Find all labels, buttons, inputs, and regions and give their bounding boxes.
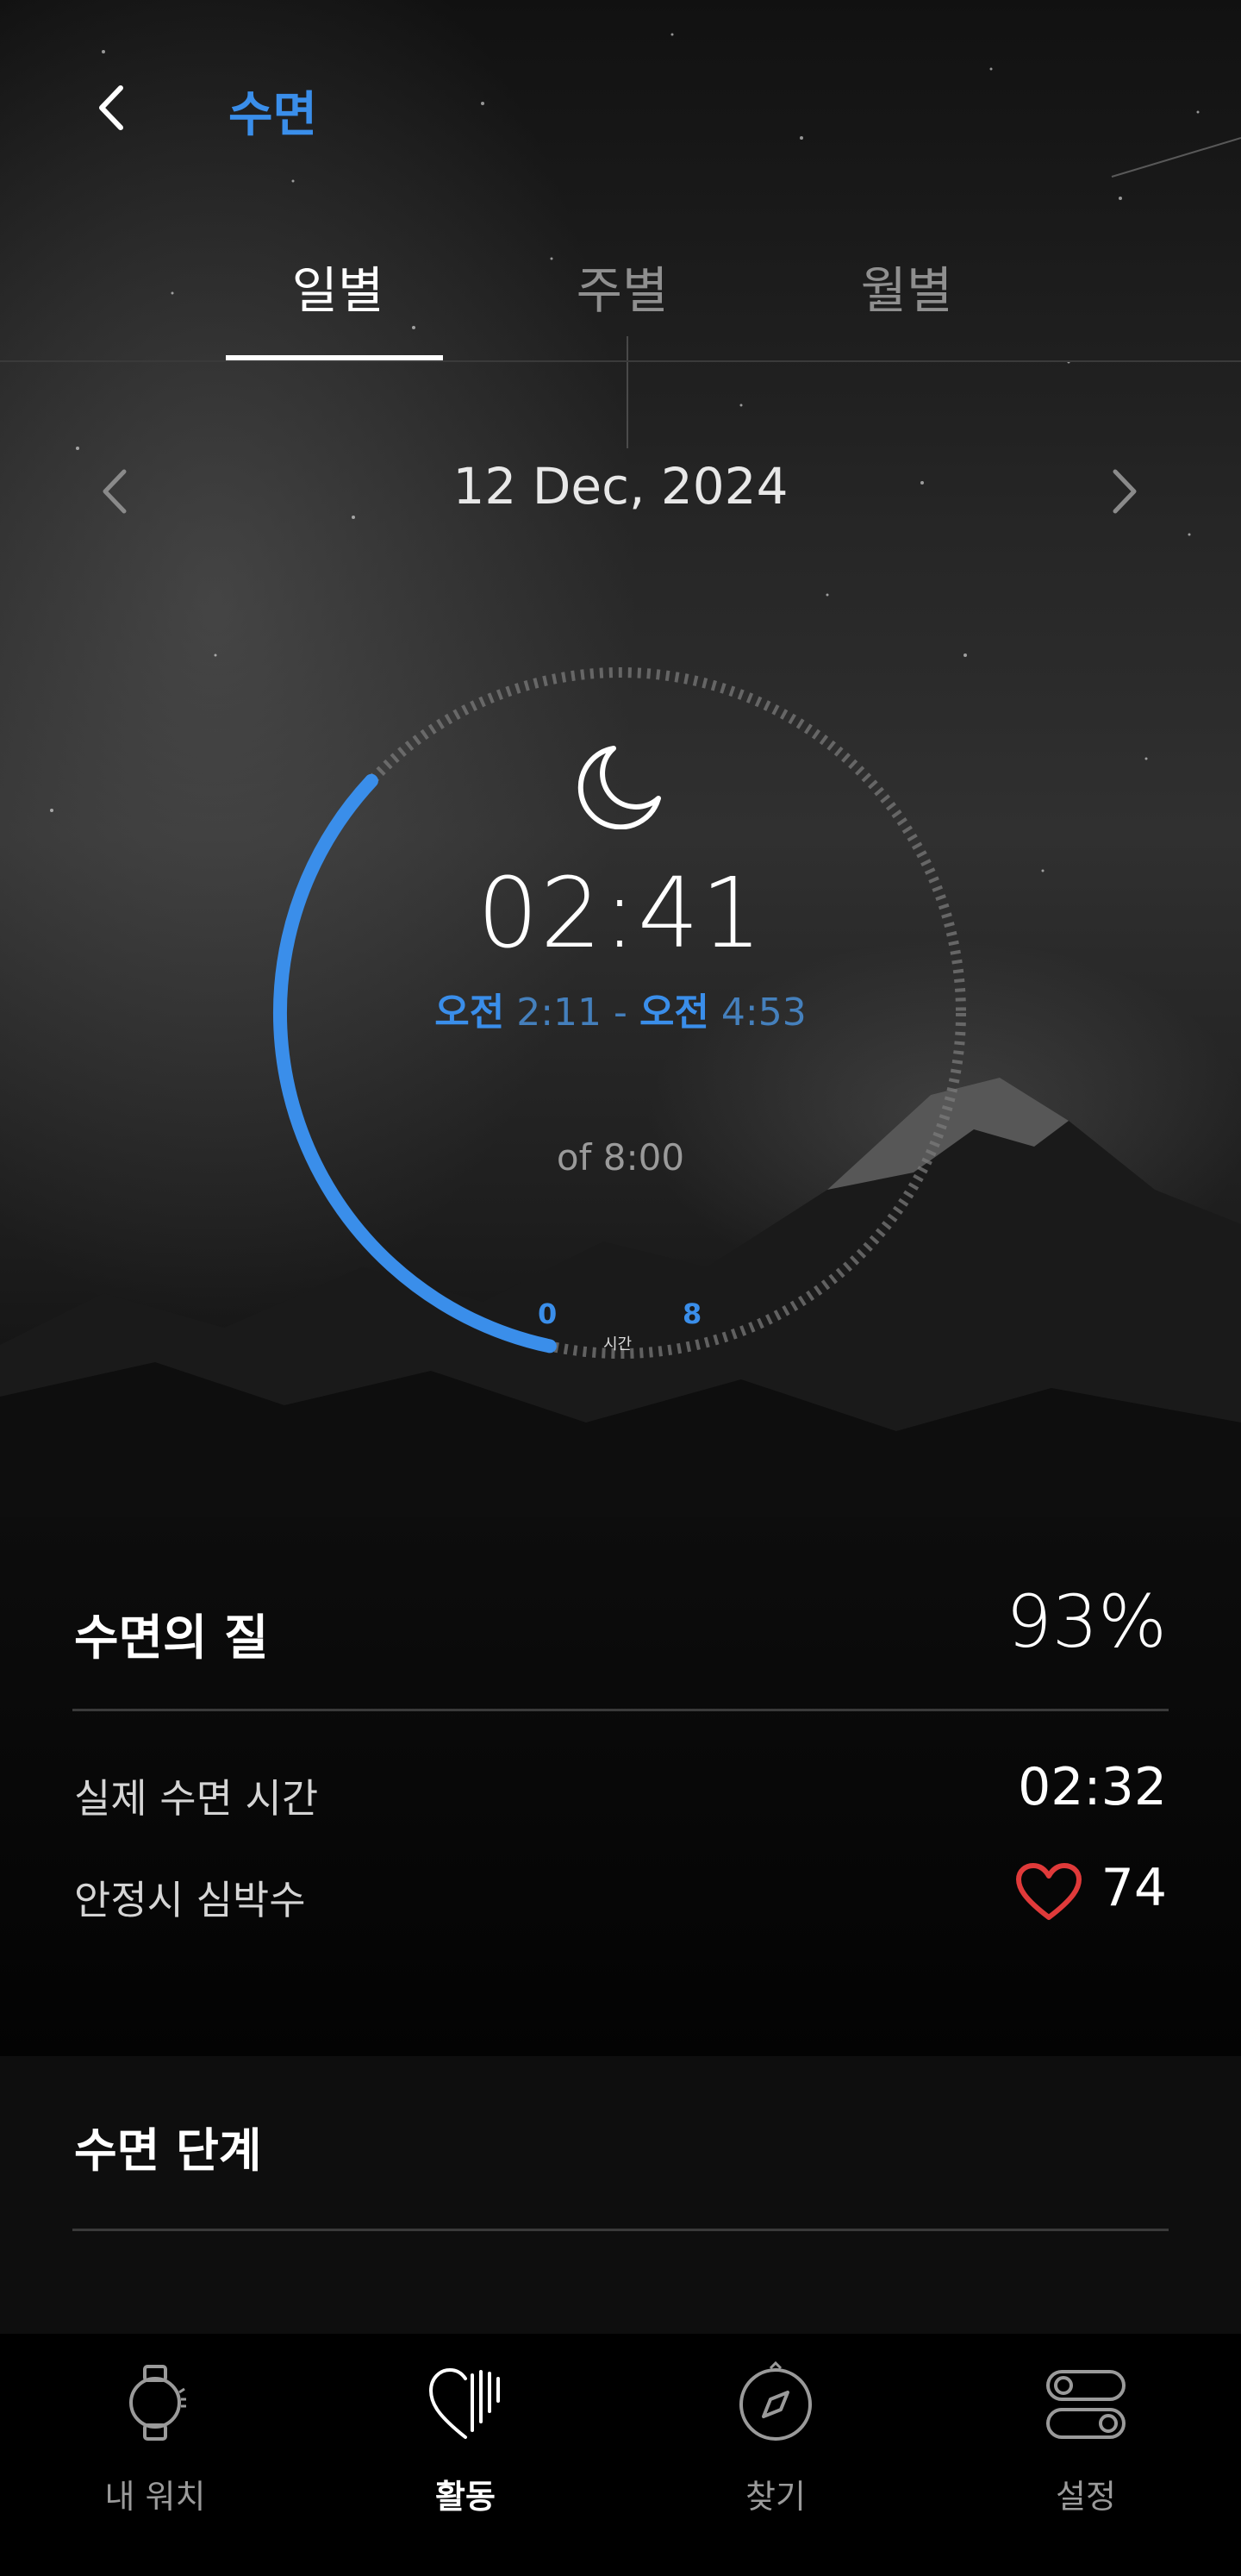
sleep-quality-section: 수면의 질 93% 실제 수면 시간 02:32 안정시 심박수 74 xyxy=(0,1517,1241,2056)
ring-axis-unit: 시간 xyxy=(603,1335,633,1354)
sleep-goal: of 8:00 xyxy=(556,1136,685,1179)
resting-heart-rate-label: 안정시 심박수 xyxy=(74,1877,306,1923)
actual-sleep-label: 실제 수면 시간 xyxy=(74,1775,319,1822)
nav-settings[interactable]: 설정 xyxy=(931,2334,1241,2576)
start-ampm: 오전 xyxy=(434,991,505,1035)
ring-axis-start: 0 xyxy=(538,1297,558,1330)
heart-icon xyxy=(1016,1863,1082,1920)
nav-label: 찾기 xyxy=(745,2478,806,2516)
sleep-duration: 02:41 xyxy=(477,858,764,970)
end-time: 4:53 xyxy=(720,991,807,1035)
bottom-navigation: 내 워치 활동 찾기 설정 xyxy=(0,2334,1241,2576)
section-divider xyxy=(72,1709,1169,1711)
settings-toggle-icon xyxy=(1046,2370,1126,2439)
nav-my-watch[interactable]: 내 워치 xyxy=(0,2334,310,2576)
sleep-quality-label: 수면의 질 xyxy=(74,1610,269,1666)
sleep-stages-section[interactable]: 수면 단계 xyxy=(0,2056,1241,2334)
moon-icon xyxy=(577,746,661,829)
resting-heart-rate-value: 74 xyxy=(1101,1858,1167,1918)
ring-axis-end: 8 xyxy=(683,1297,702,1330)
nav-label: 내 워치 xyxy=(104,2478,206,2516)
nav-label: 설정 xyxy=(1056,2478,1116,2516)
nav-label: 활동 xyxy=(435,2478,496,2516)
sleep-quality-value: 93% xyxy=(1006,1579,1167,1664)
nav-activity[interactable]: 활동 xyxy=(310,2334,620,2576)
section-divider xyxy=(72,2229,1169,2231)
actual-sleep-value: 02:32 xyxy=(1018,1757,1167,1817)
sleep-time-range: 오전 2:11 - 오전 4:53 xyxy=(0,981,1241,1036)
start-time: 2:11 xyxy=(516,991,602,1035)
sleep-hero: 수면 일별 주별 월별 12 Dec, 2024 02:41 오전 2:11 -… xyxy=(0,0,1241,1517)
watch-icon xyxy=(129,2365,186,2441)
nav-discover[interactable]: 찾기 xyxy=(620,2334,931,2576)
compass-icon xyxy=(739,2360,812,2441)
range-separator: - xyxy=(614,991,627,1035)
end-ampm: 오전 xyxy=(639,991,709,1035)
sleep-stages-label: 수면 단계 xyxy=(74,2123,262,2178)
activity-icon xyxy=(428,2367,500,2439)
